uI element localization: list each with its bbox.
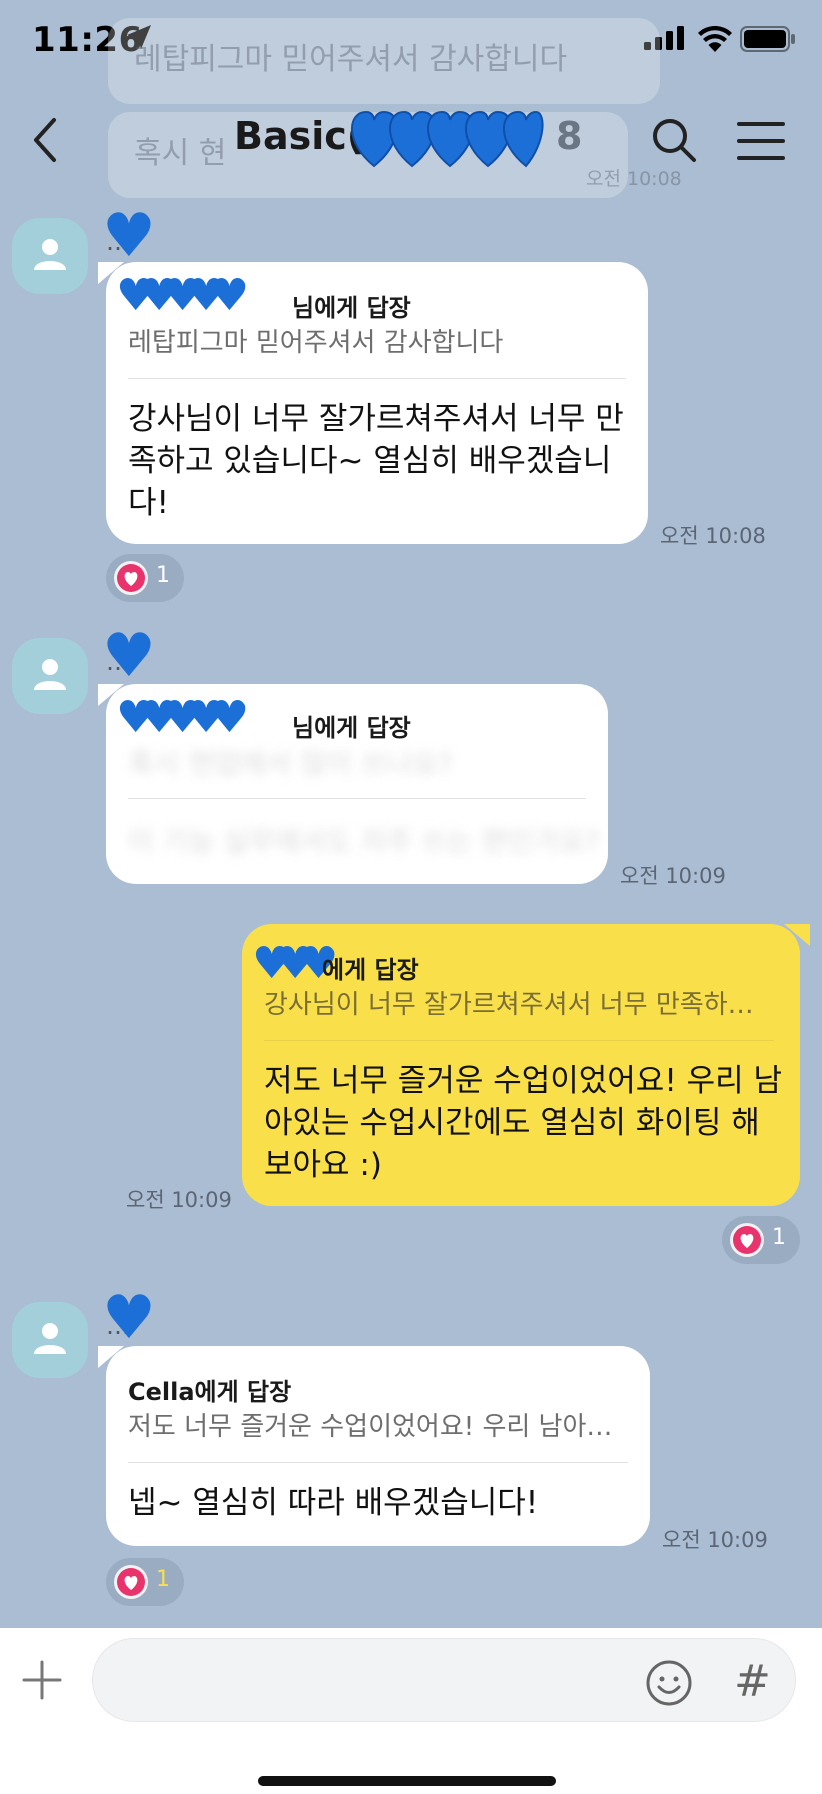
reply-divider <box>264 1040 774 1041</box>
message-time: 오전 10:09 <box>620 864 726 888</box>
avatar[interactable] <box>12 1302 88 1378</box>
blue-heart-emoji-overlay <box>346 104 546 178</box>
reply-target-label: 님에게 답장 <box>292 294 411 322</box>
chat-header: Basic( 8 <box>0 86 822 196</box>
message-text: 강사님이 너무 잘가르쳐주셔서 너무 만 족하고 있습니다~ 열심히 배우겠습니… <box>128 401 624 521</box>
message-time: 오전 10:08 <box>660 524 766 548</box>
my-message-bubble[interactable]: ♥♥♥ 에게 답장 강사님이 너무 잘가르쳐주셔서 너무 만족하… 저도 너무 … <box>242 924 800 1206</box>
member-count: 8 <box>556 114 583 158</box>
blue-heart-emoji: ♥ <box>102 621 156 691</box>
avatar[interactable] <box>12 218 88 294</box>
emoji-button[interactable] <box>644 1658 694 1708</box>
reply-divider <box>128 1462 628 1463</box>
reaction-count: 1 <box>156 1567 170 1592</box>
message-time: 오전 10:09 <box>126 1188 232 1212</box>
message-input-bar: # <box>0 1628 822 1794</box>
search-icon <box>653 119 696 162</box>
blue-heart-emoji: ♥♥♥♥♥ <box>116 692 249 743</box>
default-profile-icon <box>34 1323 66 1354</box>
wifi-icon <box>698 25 732 56</box>
reply-quote-redacted: 혹시 현업에서 많이 쓰나요? <box>128 747 453 780</box>
smiley-icon <box>646 1660 692 1706</box>
message-text-redacted: 이 기능 실무에서도 자주 쓰는 편인가요? <box>128 825 600 858</box>
attach-button[interactable] <box>20 1658 64 1702</box>
message-bubble[interactable]: ♥♥♥♥♥ 님에게 답장 레탑피그마 믿어주셔서 감사합니다 강사님이 너무 잘… <box>106 262 648 544</box>
bubble-tail <box>784 924 810 946</box>
reaction-count: 1 <box>772 1225 786 1250</box>
heart-reaction-icon <box>114 561 148 595</box>
hamburger-menu-icon <box>737 122 785 160</box>
blue-heart-emoji: ♥ <box>102 1283 156 1353</box>
reaction-count: 1 <box>156 563 170 588</box>
reply-target-label: Cella에게 답장 <box>128 1378 292 1406</box>
message-bubble[interactable]: Cella에게 답장 저도 너무 즐거운 수업이었어요! 우리 남아… 넵~ 열… <box>106 1346 650 1546</box>
search-button[interactable] <box>650 114 700 168</box>
hashtag-search-button[interactable]: # <box>734 1656 771 1707</box>
chat-title: Basic( <box>234 114 365 158</box>
home-indicator <box>258 1776 556 1786</box>
message-bubble[interactable]: ♥♥♥♥♥ 님에게 답장 혹시 현업에서 많이 쓰나요? 이 기능 실무에서도 … <box>106 684 608 884</box>
default-profile-icon <box>34 659 66 690</box>
back-button[interactable] <box>22 112 72 168</box>
reply-quote: 강사님이 너무 잘가르쳐주셔서 너무 만족하… <box>264 990 754 1020</box>
reply-quote: 저도 너무 즐거운 수업이었어요! 우리 남아… <box>128 1412 613 1442</box>
message-text: 저도 너무 즐거운 수업이었어요! 우리 남 아있는 수업시간에도 열심히 화이… <box>264 1063 783 1183</box>
default-profile-icon <box>34 239 66 270</box>
blue-heart-emoji: ♥ <box>102 201 156 271</box>
blue-heart-emoji: ♥♥♥ <box>252 938 338 989</box>
reaction-badge[interactable]: 1 <box>106 554 184 602</box>
menu-button[interactable] <box>736 118 786 164</box>
heart-reaction-icon <box>730 1223 764 1257</box>
message-time: 오전 10:09 <box>662 1528 768 1552</box>
reply-divider <box>128 378 626 379</box>
reply-divider <box>128 798 586 799</box>
blue-heart-emoji: ♥♥♥♥♥ <box>116 270 249 321</box>
reply-quote: 레탑피그마 믿어주셔서 감사합니다 <box>128 328 504 358</box>
chevron-left-icon <box>34 118 56 162</box>
message-text: 넵~ 열심히 따라 배우겠습니다! <box>128 1485 539 1521</box>
plus-icon <box>22 1660 62 1700</box>
reaction-badge[interactable]: 1 <box>106 1558 184 1606</box>
avatar[interactable] <box>12 638 88 714</box>
reply-target-label: 에게 답장 <box>322 956 419 984</box>
heart-reaction-icon <box>114 1565 148 1599</box>
reply-target-label: 님에게 답장 <box>292 714 411 742</box>
reaction-badge[interactable]: 1 <box>722 1216 800 1264</box>
battery-icon <box>740 26 796 56</box>
